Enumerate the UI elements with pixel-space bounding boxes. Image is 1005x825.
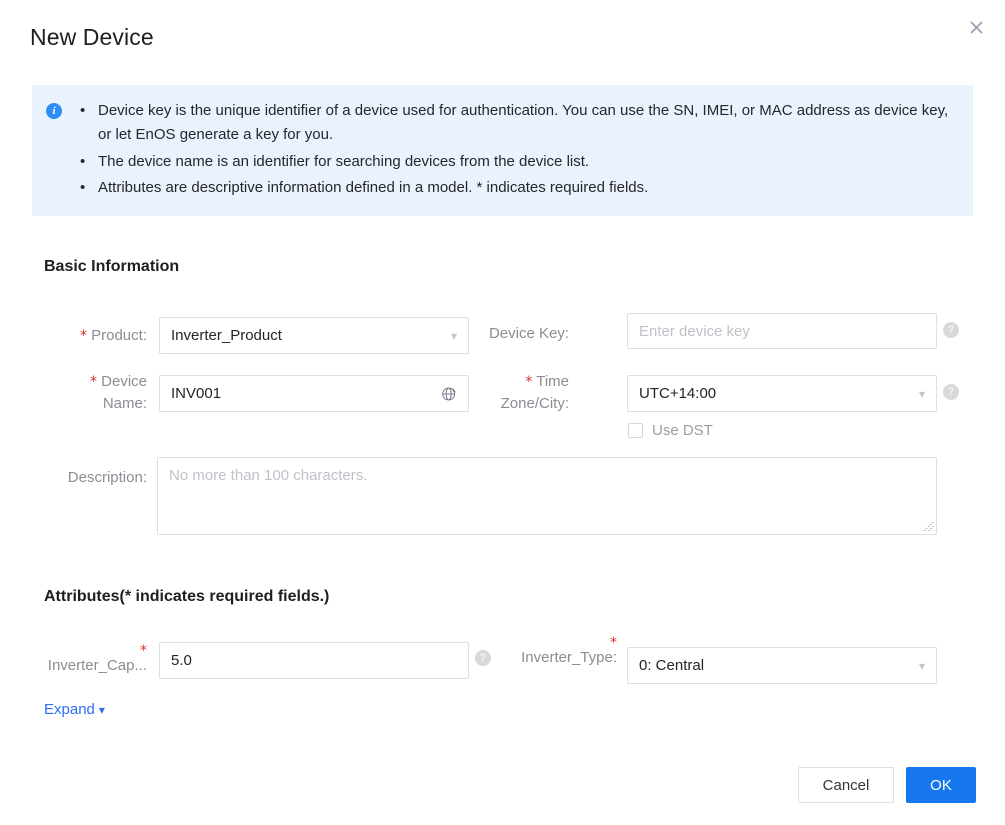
description-label: Description:	[67, 469, 147, 486]
time-zone-select[interactable]: UTC+14:00 ▾	[627, 375, 937, 412]
product-value: Inverter_Product	[171, 327, 282, 344]
time-zone-label-line2: Zone/City:	[500, 394, 569, 412]
device-key-label: Device Key:	[488, 325, 569, 342]
device-key-input[interactable]: Enter device key	[627, 313, 937, 349]
inverter-type-value: 0: Central	[639, 657, 705, 674]
inverter-capacity-help-icon[interactable]: ?	[475, 650, 491, 666]
page-title: New Device	[30, 24, 154, 50]
time-zone-value: UTC+14:00	[639, 385, 717, 402]
device-name-input[interactable]: INV001	[159, 375, 469, 412]
ok-button[interactable]: OK	[906, 767, 976, 803]
close-glyph	[969, 20, 983, 34]
required-asterisk: *	[525, 374, 533, 390]
device-key-help-icon[interactable]: ?	[943, 322, 959, 338]
cancel-button[interactable]: Cancel	[798, 767, 894, 803]
device-name-value: INV001	[171, 385, 222, 402]
inverter-capacity-value: 5.0	[171, 652, 192, 669]
device-name-label-line1: Device	[101, 373, 147, 390]
use-dst-label: Use DST	[652, 422, 713, 439]
inverter-type-label: * Inverter_Type:	[490, 636, 617, 666]
inverter-type-label-text: Inverter_Type:	[521, 649, 617, 666]
resize-grip-icon[interactable]	[921, 519, 935, 533]
use-dst-checkbox[interactable]	[628, 423, 643, 438]
section-title-attributes: Attributes(* indicates required fields.)	[44, 588, 330, 605]
inverter-capacity-label-text: Inverter_Cap...	[47, 657, 147, 674]
required-asterisk: *	[140, 643, 147, 659]
required-asterisk: *	[79, 328, 87, 344]
info-banner-item: Attributes are descriptive information d…	[80, 176, 957, 201]
device-key-placeholder: Enter device key	[639, 322, 750, 340]
inverter-type-select[interactable]: 0: Central ▾	[627, 647, 937, 684]
required-asterisk: *	[89, 374, 97, 390]
info-banner-item: The device name is an identifier for sea…	[80, 150, 957, 175]
info-banner-item: Device key is the unique identifier of a…	[62, 99, 957, 148]
inverter-capacity-label: * Inverter_Cap...	[20, 644, 147, 674]
chevron-down-icon: ▾	[918, 386, 925, 401]
time-zone-help-icon[interactable]: ?	[943, 384, 959, 400]
time-zone-label-line1: Time	[536, 373, 569, 390]
info-banner: i Device key is the unique identifier of…	[32, 85, 973, 217]
required-asterisk: *	[610, 635, 617, 651]
chevron-down-icon: ▾	[98, 702, 105, 717]
product-select[interactable]: Inverter_Product ▾	[159, 317, 469, 354]
device-name-label: * Device Name:	[44, 371, 147, 415]
new-device-dialog: New Device i Device key is the unique id…	[0, 0, 1005, 825]
info-banner-list: Device key is the unique identifier of a…	[62, 99, 957, 202]
inverter-capacity-input[interactable]: 5.0	[159, 642, 469, 679]
product-label-text: Product:	[91, 327, 147, 344]
description-placeholder: No more than 100 characters.	[169, 467, 368, 484]
product-label: * Product:	[44, 325, 147, 347]
chevron-down-icon: ▾	[450, 328, 457, 343]
expand-label: Expand	[44, 701, 95, 718]
close-icon[interactable]	[961, 12, 991, 42]
use-dst-checkbox-row[interactable]: Use DST	[628, 422, 713, 439]
description-textarea[interactable]: No more than 100 characters.	[157, 457, 937, 535]
info-circle-icon: i	[46, 103, 62, 119]
time-zone-label: * Time Zone/City:	[450, 371, 569, 415]
section-title-basic-information: Basic Information	[44, 258, 180, 275]
chevron-down-icon: ▾	[918, 658, 925, 673]
device-name-label-line2: Name:	[102, 394, 147, 412]
expand-link[interactable]: Expand ▾	[44, 701, 105, 718]
